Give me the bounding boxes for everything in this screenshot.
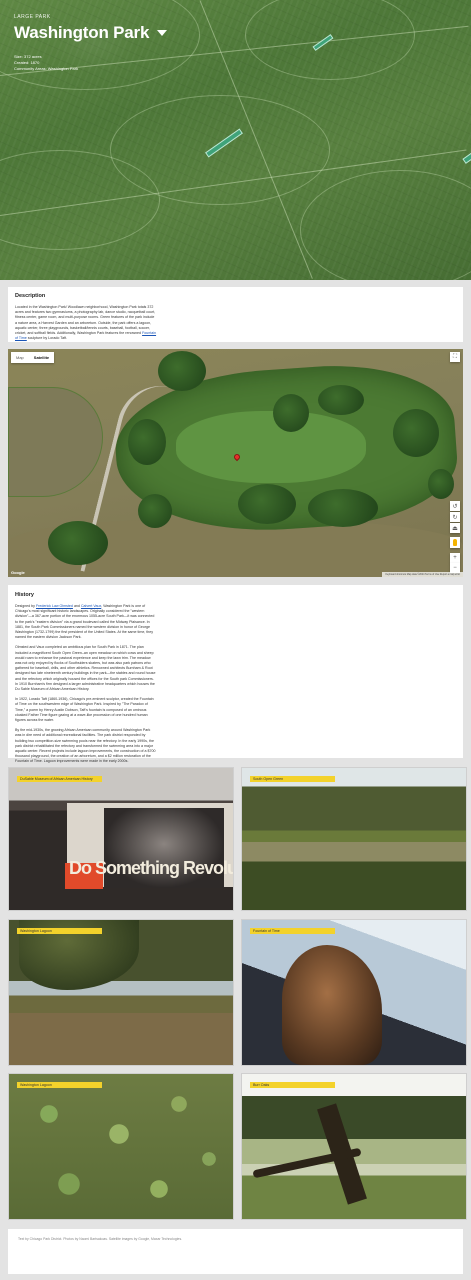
park-title-row[interactable]: Washington Park bbox=[14, 23, 168, 43]
fullscreen-icon: ⛶ bbox=[452, 353, 458, 360]
tree-canopy bbox=[158, 351, 206, 391]
description-text: Located in the Washington Park/ Woodlawn… bbox=[15, 305, 157, 341]
tab-satellite[interactable]: Satellite bbox=[29, 352, 54, 363]
history-paragraph: By the mid-1930s, the growing African Am… bbox=[15, 728, 156, 764]
description-heading: Description bbox=[15, 293, 46, 299]
photo-label: Burr Oaks bbox=[250, 1082, 335, 1088]
history-paragraph: Olmsted and Vaux completed an ambitious … bbox=[15, 645, 156, 692]
park-meta: Size: 372 acres Created: 1870 Community … bbox=[14, 54, 167, 72]
street-view-pegman-icon[interactable] bbox=[450, 537, 460, 548]
lagoon-water bbox=[8, 387, 103, 497]
history-card: History Designed by Frederick Law Olmste… bbox=[8, 585, 463, 763]
vaux-link[interactable]: Calvert Vaux bbox=[81, 604, 101, 608]
rotate-left-icon: ↺ bbox=[452, 503, 458, 510]
credits-footer: Text by Chicago Park District. Photos by… bbox=[8, 1229, 463, 1274]
photo-label: South Open Green bbox=[250, 776, 335, 782]
tree-canopy bbox=[138, 494, 172, 528]
sculpture-figure bbox=[282, 945, 382, 1065]
plus-icon: + bbox=[453, 555, 457, 561]
chevron-down-icon[interactable] bbox=[157, 30, 168, 36]
minus-icon: − bbox=[453, 565, 457, 571]
rotate-left-button[interactable]: ↺ bbox=[450, 501, 460, 511]
tilt-button[interactable]: ⏏ bbox=[450, 523, 460, 533]
sports-court bbox=[462, 152, 471, 164]
fullscreen-button[interactable]: ⛶ bbox=[450, 352, 460, 362]
satellite-map[interactable]: Map Satellite ⛶ ↺ ↻ ⏏ + − Google Keyboar… bbox=[8, 349, 463, 577]
park-type-label: LARGE PARK bbox=[14, 14, 51, 20]
rotate-right-button[interactable]: ↻ bbox=[450, 512, 460, 522]
field-circle bbox=[300, 170, 471, 280]
credits-text: Text by Chicago Park District. Photos by… bbox=[18, 1237, 183, 1241]
photo-label: Washington Lagoon bbox=[17, 928, 102, 934]
mural-text: Do Something Revolutionary bbox=[69, 858, 234, 878]
history-paragraph: In 1922, Lorado Taft (1860-1936), Chicag… bbox=[15, 697, 154, 723]
hero-aerial-image: LARGE PARK Washington Park Size: 372 acr… bbox=[0, 0, 471, 280]
photo-dusable-museum[interactable]: Do Something Revolutionary DuSable Museu… bbox=[8, 767, 234, 911]
photo-washington-lagoon-lilies[interactable]: Washington Lagoon bbox=[8, 1073, 234, 1220]
tree-canopy bbox=[318, 385, 364, 415]
olmsted-link[interactable]: Frederick Law Olmsted bbox=[36, 604, 73, 608]
map-attribution[interactable]: Keyboard shortcuts Map data ©2024 Terms … bbox=[382, 572, 463, 577]
map-type-tabs: Map Satellite bbox=[11, 352, 55, 363]
history-paragraph: Designed by Frederick Law Olmsted and Ca… bbox=[15, 604, 155, 640]
zoom-in-button[interactable]: + bbox=[450, 553, 460, 563]
tree-canopy bbox=[428, 469, 454, 499]
hero-header: LARGE PARK Washington Park Size: 372 acr… bbox=[14, 14, 168, 72]
page-title: Washington Park bbox=[14, 23, 150, 42]
photo-south-open-green[interactable]: South Open Green bbox=[241, 767, 467, 911]
tree-canopy bbox=[128, 419, 166, 465]
photo-label: DuSable Museum of African American Histo… bbox=[17, 776, 102, 782]
tilt-icon: ⏏ bbox=[452, 525, 458, 532]
park-community-areas: Community Areas: Washington Park bbox=[14, 66, 79, 71]
google-logo: Google bbox=[11, 570, 25, 575]
tree-canopy bbox=[48, 521, 108, 565]
tree-canopy bbox=[273, 394, 309, 432]
description-card: Description Located in the Washington Pa… bbox=[8, 287, 463, 342]
rotate-right-icon: ↻ bbox=[452, 514, 458, 521]
tree-canopy bbox=[393, 409, 439, 457]
tree-canopy bbox=[308, 489, 378, 527]
photo-fountain-of-time[interactable]: Fountain of Time bbox=[241, 919, 467, 1066]
tree-canopy bbox=[238, 484, 296, 524]
island-lawn bbox=[176, 411, 366, 483]
photo-label: Washington Lagoon bbox=[17, 1082, 102, 1088]
photo-label: Fountain of Time bbox=[250, 928, 335, 934]
photo-burr-oaks[interactable]: Burr Oaks bbox=[241, 1073, 467, 1220]
tab-map[interactable]: Map bbox=[11, 352, 29, 363]
history-heading: History bbox=[15, 592, 34, 598]
photo-washington-lagoon[interactable]: Washington Lagoon bbox=[8, 919, 234, 1066]
